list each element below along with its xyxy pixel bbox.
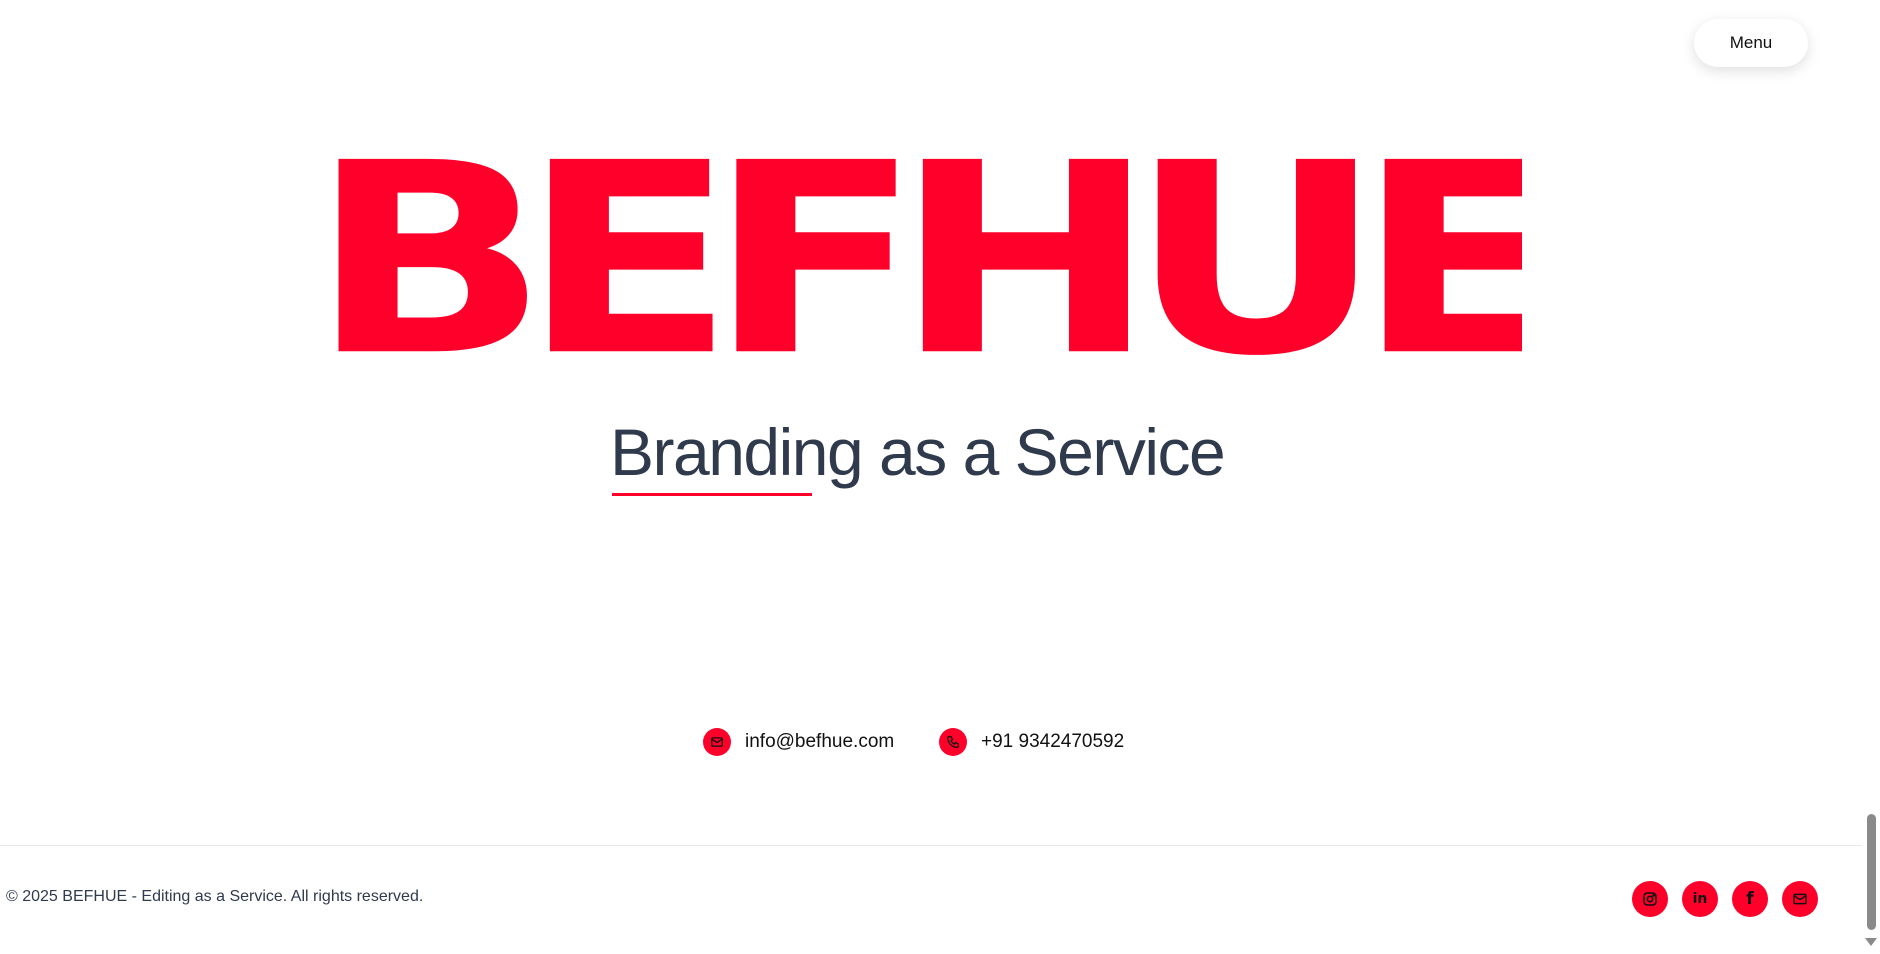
- phone-contact-link[interactable]: +91 9342470592: [939, 727, 1124, 757]
- linkedin-link[interactable]: in: [1682, 881, 1718, 917]
- page: Menu BEFHUE Branding as a Service info@b…: [0, 0, 1880, 954]
- brand-logo-text: BEFHUE: [330, 158, 1522, 383]
- copyright-text: © 2025 BEFHUE - Editing as a Service. Al…: [6, 888, 424, 905]
- facebook-icon: f: [1746, 888, 1754, 909]
- email-contact-link[interactable]: info@befhue.com: [703, 727, 894, 757]
- scrollbar-thumb[interactable]: [1867, 814, 1876, 930]
- tagline-underline: [612, 493, 812, 496]
- social-links: in f: [1632, 881, 1818, 917]
- email-text: info@befhue.com: [745, 731, 895, 752]
- phone-icon: [939, 728, 967, 756]
- facebook-link[interactable]: f: [1732, 881, 1768, 917]
- vertical-scrollbar[interactable]: [1862, 0, 1880, 954]
- instagram-link[interactable]: [1632, 881, 1668, 917]
- brand-name: BEFHUE: [330, 158, 1522, 384]
- footer-divider: [0, 845, 1862, 846]
- mail-icon: [1793, 893, 1807, 905]
- phone-text: +91 9342470592: [981, 731, 1125, 752]
- menu-button[interactable]: Menu: [1694, 19, 1808, 67]
- mail-icon: [703, 728, 731, 756]
- mail-link[interactable]: [1782, 881, 1818, 917]
- scroll-down-arrow-icon[interactable]: [1865, 938, 1877, 946]
- instagram-icon: [1643, 892, 1657, 906]
- linkedin-icon: in: [1692, 891, 1708, 907]
- tagline: Branding as a Service: [610, 415, 1226, 489]
